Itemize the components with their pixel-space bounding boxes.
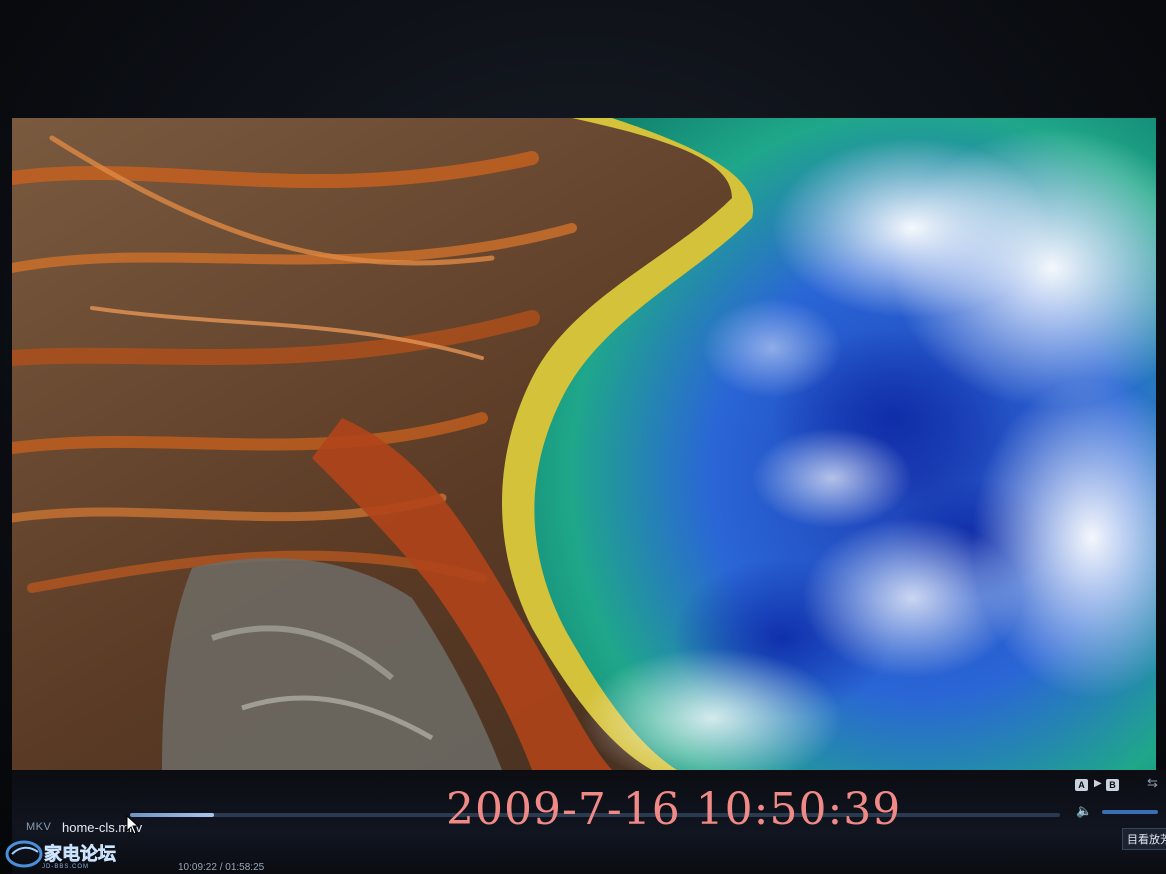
side-menu-button[interactable]: 目看放芳 bbox=[1122, 828, 1166, 850]
cursor-icon bbox=[126, 815, 140, 835]
format-tag: MKV bbox=[26, 821, 52, 833]
volume-slider[interactable] bbox=[1102, 810, 1158, 814]
volume-icon[interactable]: 🔈 bbox=[1076, 803, 1092, 819]
ab-end-button[interactable]: B bbox=[1106, 779, 1119, 791]
watermark-site: JD-BBS.COM bbox=[42, 864, 90, 870]
hot-spring-aerial-image bbox=[12, 118, 1156, 770]
watermark-name: 家电论坛 bbox=[44, 843, 116, 865]
camera-date-stamp: 2009-7-16 10:50:39 bbox=[446, 784, 902, 835]
ab-arrow-icon: ▶ bbox=[1094, 778, 1102, 789]
seek-bar-progress bbox=[130, 813, 214, 817]
time-readout: 10:09:22 / 01:58:25 bbox=[178, 862, 265, 873]
repeat-icon[interactable]: ⇆ bbox=[1147, 775, 1158, 791]
ab-start-button[interactable]: A bbox=[1075, 779, 1088, 791]
video-frame[interactable] bbox=[12, 118, 1156, 770]
